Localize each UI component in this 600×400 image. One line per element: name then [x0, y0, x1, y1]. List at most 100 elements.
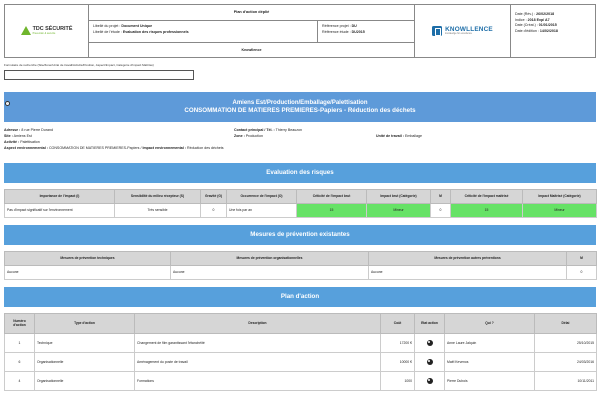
- action-number: 6: [4, 352, 35, 372]
- prevention-band: Mesures de prévention existantes: [4, 225, 596, 245]
- table-header: Mesures de prévention organisationnelles: [170, 251, 369, 266]
- table-header: Gravité (G): [200, 189, 227, 204]
- tdc-triangle-icon: [20, 26, 31, 36]
- toggle-circle-icon[interactable]: ◦: [5, 101, 10, 106]
- meta-value: 14/02/2018: [539, 28, 558, 33]
- tdc-logo-tagline: Prévention & sécurité: [32, 31, 56, 35]
- category-cell: Mineur: [522, 203, 597, 218]
- action-state: [414, 371, 445, 391]
- contact-label: Contact principal / Tél. :: [234, 128, 275, 132]
- prevention-table: Mesures de prévention techniques Mesures…: [4, 251, 597, 280]
- action-type: Organisationnelle: [34, 371, 135, 391]
- table-header: Sensibilité du milieu récepteur (S): [114, 189, 201, 204]
- action-description: Changement de film garantissant l'étanch…: [134, 333, 381, 353]
- criticity-cell: 15: [296, 203, 367, 218]
- action-description: Aménagement du poste de travail: [134, 352, 381, 372]
- knowllence-icon: [432, 26, 443, 36]
- action-number: 1: [4, 333, 35, 353]
- action-cost: 17200 €: [380, 333, 415, 353]
- action-deadline: 24/03/2016: [534, 352, 597, 372]
- impact-value: Réduction des déchets: [187, 146, 224, 150]
- table-cell: Aucune: [170, 265, 369, 280]
- table-header: Numéro d'action: [4, 313, 35, 334]
- table-cell: Aucune: [368, 265, 567, 280]
- site-value: Amiens Est: [13, 134, 32, 138]
- table-header: Mesures de prévention techniques: [4, 251, 171, 266]
- eval-table: Importance de l'impact (I) Sensibilité d…: [4, 189, 597, 218]
- table-header: Qui ?: [444, 313, 535, 334]
- action-description: Formations: [134, 371, 381, 391]
- action-type: Technique: [34, 333, 135, 353]
- activite-value: Palettisation: [20, 140, 40, 144]
- state-indicator-icon: [426, 359, 433, 365]
- impact-label: Impact environnemental :: [142, 146, 187, 150]
- category-cell: Mineur: [366, 203, 431, 218]
- adresse-value: 8 rue Pierre Durand: [21, 128, 53, 132]
- table-cell: Aucune: [4, 265, 171, 280]
- unite-value: Emballage: [404, 134, 422, 138]
- title-band: Amiens Est/Production/Emballage/Palettis…: [4, 92, 596, 122]
- meta-label: Date (Créat.) :: [515, 23, 538, 27]
- meta-value: 26/02/2018: [536, 12, 555, 16]
- contact-value: Thierry Beauzon: [275, 128, 303, 132]
- table-header: Etat action: [414, 313, 445, 334]
- table-cell: 0: [200, 203, 227, 218]
- table-row[interactable]: 1 Technique Changement de film garantiss…: [4, 333, 597, 353]
- table-row[interactable]: 6 Organisationnelle Aménagement du poste…: [4, 352, 597, 372]
- meta-label: Indice :: [515, 17, 527, 22]
- knowllence-logo: KNOWLLENCE knowledge for excellence: [415, 5, 511, 57]
- table-header: Impact Maîtrisé (Catégorie): [522, 189, 597, 204]
- title-path: Amiens Est/Production/Emballage/Palettis…: [232, 99, 368, 106]
- aspect-value: CONSOMMATION DE MATIERES PREMIERES-Papie…: [48, 146, 140, 150]
- document-header: TDC SÉCURITÉ Prévention & sécurité Plan …: [4, 4, 596, 58]
- prevention-title: Mesures de prévention existantes: [250, 231, 350, 239]
- table-cell: Pas d'impact significatif sur l'environn…: [4, 203, 115, 218]
- ref-value: DU: [351, 24, 357, 28]
- table-header: Coût: [380, 313, 415, 334]
- action-deadline: 25/10/2015: [534, 333, 597, 353]
- adresse-label: Adresse :: [4, 128, 21, 132]
- plan-band: Plan d'action: [4, 287, 596, 307]
- header-meta: Date (Rév.) : 26/02/2018 Indice : 2018 E…: [511, 5, 595, 57]
- study-label: Libellé de l'étude :: [93, 29, 122, 34]
- table-header: Importance de l'impact (I): [4, 189, 115, 204]
- table-row: Pas d'impact significatif sur l'environn…: [4, 203, 597, 218]
- zone-label: Zone :: [234, 134, 245, 138]
- table-cell: 0: [566, 265, 597, 280]
- table-header: Mesures de prévention autres préventions: [368, 251, 567, 266]
- table-cell: Une fois par an: [226, 203, 297, 218]
- table-row[interactable]: 4 Organisationnelle Formations 1000 Pier…: [4, 371, 597, 391]
- table-header-row: Importance de l'impact (I) Sensibilité d…: [4, 189, 597, 204]
- title-aspect: CONSOMMATION DE MATIERES PREMIERES-Papie…: [184, 106, 416, 114]
- criticity-cell: 15: [450, 203, 523, 218]
- action-number: 4: [4, 371, 35, 391]
- table-header: Délai: [534, 313, 597, 334]
- state-indicator-icon: [426, 378, 433, 384]
- header-title: Plan d'action déplié: [89, 5, 414, 21]
- state-indicator-icon: [426, 340, 433, 346]
- action-owner: Maël Kevenos: [444, 352, 535, 372]
- action-deadline: 10/11/2011: [534, 371, 597, 391]
- action-state: [414, 333, 445, 353]
- ref-study-value: DU2015: [351, 29, 365, 34]
- table-cell: 0: [430, 203, 451, 218]
- action-state: [414, 352, 445, 372]
- eval-band: Evaluation des risques: [4, 163, 596, 183]
- table-row: Aucune Aucune Aucune 0: [4, 265, 597, 280]
- table-header: M: [566, 251, 597, 266]
- meta-label: Date (Rév.) :: [515, 12, 536, 16]
- ref-label: Référence projet :: [322, 24, 351, 28]
- info-block: Adresse : 8 rue Pierre Durand Contact pr…: [4, 128, 422, 150]
- table-header: M: [430, 189, 451, 204]
- table-header: Criticité de l'impact brut: [296, 189, 367, 204]
- table-header: Description: [134, 313, 381, 334]
- search-input[interactable]: [4, 70, 194, 80]
- action-owner: Anne Laure Jalquin: [444, 333, 535, 353]
- eval-title: Evaluation des risques: [266, 169, 334, 177]
- tdc-logo: TDC SÉCURITÉ Prévention & sécurité: [5, 5, 89, 57]
- plan-table: Numéro d'action Type d'action Descriptio…: [4, 313, 597, 391]
- study-value: Evaluation des risques professionnels: [122, 29, 189, 34]
- search-label: Formulaire de recherche (Site/Zone/Unité…: [4, 63, 154, 67]
- meta-value: 2018 Exp/ A7: [527, 17, 550, 22]
- action-owner: Pierre Dubois: [444, 371, 535, 391]
